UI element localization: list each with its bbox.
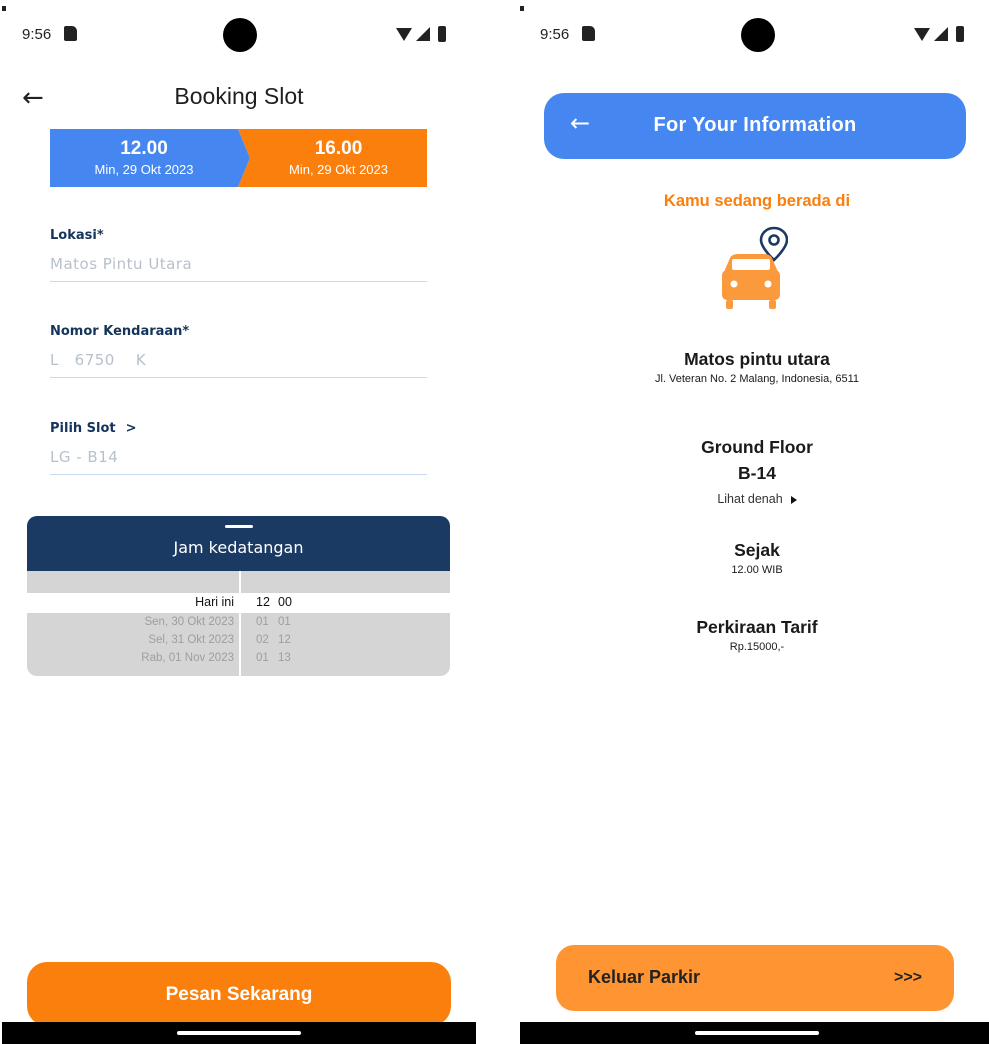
picker-minute[interactable]: 13 bbox=[278, 652, 291, 664]
end-time-chip[interactable]: 16.00 Min, 29 Okt 2023 bbox=[238, 129, 427, 187]
picker-hour[interactable]: 01 bbox=[256, 652, 269, 664]
screen-corner bbox=[520, 6, 524, 11]
since-block: Sejak 12.00 WIB bbox=[520, 540, 989, 576]
wifi-icon bbox=[396, 28, 412, 41]
signal-icon bbox=[934, 27, 948, 41]
picker-hour[interactable]: 02 bbox=[256, 634, 269, 646]
parking-info-screen: 9:56 ← For Your Information Kamu sedang … bbox=[520, 0, 989, 1044]
front-camera bbox=[741, 18, 775, 52]
status-time: 9:56 bbox=[540, 26, 570, 43]
car-location-icon bbox=[722, 226, 788, 309]
picker-row[interactable]: Sel, 31 Okt 2023 02 12 bbox=[27, 634, 450, 652]
header-title: For Your Information bbox=[653, 114, 857, 136]
picker-date[interactable]: Sen, 30 Okt 2023 bbox=[144, 616, 234, 628]
status-bar: 9:56 bbox=[2, 0, 476, 70]
sd-card-icon bbox=[64, 26, 77, 41]
vehicle-number-input[interactable]: L 6750 K bbox=[50, 351, 427, 378]
exit-parking-arrows: >>> bbox=[893, 969, 922, 986]
since-label: Sejak bbox=[734, 540, 780, 560]
drag-handle[interactable] bbox=[224, 525, 253, 528]
picker-header: Jam kedatangan bbox=[27, 516, 450, 571]
location-input[interactable]: Matos Pintu Utara bbox=[50, 255, 427, 282]
sd-card-icon bbox=[582, 26, 595, 41]
home-gesture-pill[interactable] bbox=[695, 1031, 819, 1035]
slot-label: Pilih Slot bbox=[50, 421, 116, 436]
floor-name: Ground Floor bbox=[701, 437, 813, 457]
chevron-right-icon[interactable]: > bbox=[126, 421, 137, 436]
view-map-link[interactable]: Lihat denah bbox=[520, 492, 989, 506]
picker-minute[interactable]: 12 bbox=[278, 634, 291, 646]
vehicle-number-label: Nomor Kendaraan* bbox=[50, 324, 190, 339]
picker-hour[interactable]: 12 bbox=[256, 595, 270, 609]
info-header: ← For Your Information bbox=[544, 93, 966, 159]
system-nav-bar bbox=[520, 1022, 989, 1044]
picker-row[interactable]: Rab, 01 Nov 2023 01 13 bbox=[27, 652, 450, 670]
book-now-button[interactable]: Pesan Sekarang bbox=[27, 962, 451, 1026]
picker-minute[interactable]: 00 bbox=[278, 595, 292, 609]
start-time: 12.00 bbox=[120, 138, 168, 159]
picker-title: Jam kedatangan bbox=[173, 538, 304, 557]
slot-block: Ground Floor B-14 Lihat denah bbox=[520, 434, 989, 506]
booking-slot-screen: 9:56 ← Booking Slot 12.00 Min, 29 Okt 20… bbox=[2, 0, 476, 1044]
page-title: Booking Slot bbox=[174, 83, 304, 109]
location-name: Matos pintu utara bbox=[684, 349, 830, 369]
screen-corner bbox=[2, 6, 6, 11]
arrival-time-picker[interactable]: Jam kedatangan Hari ini 12 00 Sen, 30 Ok… bbox=[27, 516, 450, 676]
status-time: 9:56 bbox=[22, 26, 52, 43]
start-time-chip[interactable]: 12.00 Min, 29 Okt 2023 bbox=[50, 129, 250, 187]
tariff-block: Perkiraan Tarif Rp.15000,- bbox=[520, 617, 989, 653]
location-label: Lokasi* bbox=[50, 228, 104, 243]
view-map-label[interactable]: Lihat denah bbox=[717, 492, 782, 506]
start-date: Min, 29 Okt 2023 bbox=[94, 162, 194, 177]
picker-rows[interactable]: Hari ini 12 00 Sen, 30 Okt 2023 01 01 Se… bbox=[27, 595, 450, 670]
signal-icon bbox=[416, 27, 430, 41]
play-arrow-icon[interactable] bbox=[790, 495, 797, 504]
location-block: Matos pintu utara Jl. Veteran No. 2 Mala… bbox=[520, 349, 989, 385]
battery-icon bbox=[438, 26, 446, 42]
since-value: 12.00 WIB bbox=[731, 564, 783, 576]
slot-code: B-14 bbox=[738, 463, 776, 483]
location-field[interactable]: Lokasi* Matos Pintu Utara bbox=[50, 228, 427, 282]
end-date: Min, 29 Okt 2023 bbox=[289, 162, 388, 177]
end-time: 16.00 bbox=[314, 138, 363, 159]
front-camera bbox=[223, 18, 257, 52]
slot-input[interactable]: LG - B14 bbox=[50, 448, 427, 475]
system-nav-bar bbox=[2, 1022, 476, 1044]
home-gesture-pill[interactable] bbox=[177, 1031, 301, 1035]
vehicle-number-field[interactable]: Nomor Kendaraan* L 6750 K bbox=[50, 324, 427, 378]
slot-field[interactable]: Pilih Slot > LG - B14 bbox=[50, 421, 427, 475]
picker-minute[interactable]: 01 bbox=[278, 616, 291, 628]
picker-row[interactable]: Hari ini 12 00 bbox=[27, 595, 450, 616]
tariff-value: Rp.15000,- bbox=[729, 641, 785, 653]
slot-label-row[interactable]: Pilih Slot > bbox=[50, 421, 427, 436]
status-bar: 9:56 bbox=[520, 0, 989, 70]
location-address: Jl. Veteran No. 2 Malang, Indonesia, 651… bbox=[654, 373, 860, 385]
picker-hour[interactable]: 01 bbox=[256, 616, 269, 628]
battery-icon bbox=[956, 26, 964, 42]
wifi-icon bbox=[914, 28, 930, 41]
exit-parking-button[interactable]: Keluar Parkir >>> bbox=[556, 945, 954, 1011]
picker-date[interactable]: Rab, 01 Nov 2023 bbox=[141, 652, 234, 664]
tariff-label: Perkiraan Tarif bbox=[696, 617, 818, 637]
picker-date[interactable]: Sel, 31 Okt 2023 bbox=[148, 634, 234, 646]
exit-parking-label: Keluar Parkir bbox=[588, 967, 701, 987]
current-location-caption: Kamu sedang berada di bbox=[663, 192, 851, 210]
picker-date[interactable]: Hari ini bbox=[195, 595, 234, 609]
picker-row[interactable]: Sen, 30 Okt 2023 01 01 bbox=[27, 616, 450, 634]
